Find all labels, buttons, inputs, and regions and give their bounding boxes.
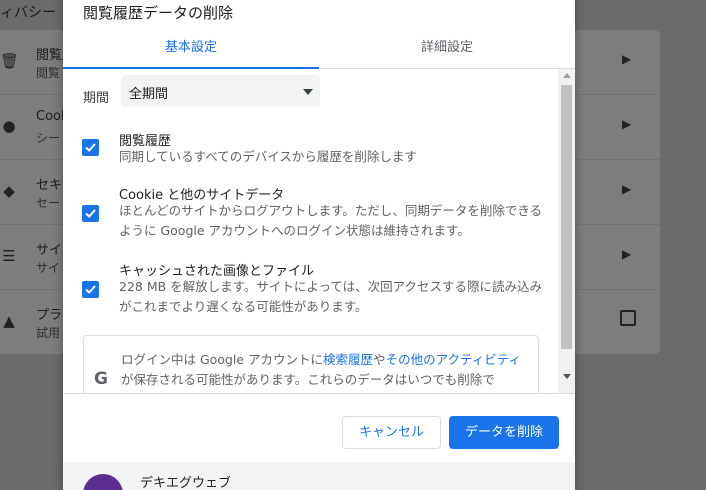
dialog-content: 期間 全期間 閲覧履歴 同期しているすべてのデバイスから履歴を削除します Coo…: [63, 69, 575, 393]
settings-row-title: サイ: [36, 243, 63, 258]
cancel-button[interactable]: キャンセル: [342, 416, 441, 449]
search-history-link[interactable]: 検索履歴: [323, 352, 373, 367]
settings-row-subtitle: セー: [36, 196, 61, 210]
settings-row-title: プラ: [36, 308, 63, 323]
chevron-right-icon: ▶: [622, 247, 632, 261]
option-description: ほとんどのサイトからログアウトします。ただし、同期データを削除できるように Go…: [119, 203, 543, 238]
settings-row-subtitle: 閲覧: [36, 66, 61, 80]
tab-basic[interactable]: 基本設定: [63, 28, 319, 69]
chevron-right-icon: ▶: [622, 117, 632, 131]
settings-row-subtitle: 試用: [36, 326, 61, 340]
content-scrollbar[interactable]: [558, 69, 575, 393]
scroll-down-arrow-icon[interactable]: [563, 374, 571, 379]
checkmark-icon: [85, 209, 96, 218]
cache-checkbox[interactable]: [82, 281, 99, 298]
cookie-icon: ●: [2, 117, 16, 135]
notice-text-part: や: [373, 352, 386, 367]
account-bar: デキエグウェブ: [63, 462, 575, 490]
delete-data-button[interactable]: データを削除: [449, 416, 559, 449]
time-range-value: 全期間: [129, 87, 169, 102]
time-range-select[interactable]: 全期間: [121, 75, 320, 107]
avatar: [83, 474, 123, 490]
notice-text-part: が保存される可能性があります。これらのデータはいつでも削除で: [121, 372, 495, 387]
dialog-tabs: 基本設定 詳細設定: [63, 28, 575, 69]
tab-advanced[interactable]: 詳細設定: [319, 28, 575, 69]
trash-icon: 🗑: [0, 52, 20, 70]
notice-text-part: ログイン中は Google アカウントに: [121, 352, 324, 367]
scroll-up-arrow-icon[interactable]: [563, 73, 571, 78]
checkmark-icon: [85, 143, 96, 152]
browsing-history-checkbox[interactable]: [82, 139, 99, 156]
settings-row-subtitle: シー: [36, 131, 61, 145]
settings-row-subtitle: サイ: [36, 261, 61, 275]
settings-row-title: セキ: [36, 178, 63, 193]
scrollbar-thumb[interactable]: [561, 85, 572, 349]
time-range-label: 期間: [83, 91, 110, 106]
chevron-right-icon: ▶: [622, 52, 632, 66]
checkmark-icon: [85, 285, 96, 294]
other-activity-link[interactable]: その他のアクティビティ: [386, 352, 521, 367]
shield-icon: ◆: [3, 182, 15, 200]
google-account-notice: G ログイン中は Google アカウントに検索履歴やその他のアクティビティが保…: [83, 335, 539, 393]
google-g-icon: G: [94, 369, 108, 389]
option-description: 同期しているすべてのデバイスから履歴を削除します: [119, 149, 417, 164]
cookies-checkbox[interactable]: [82, 205, 99, 222]
dialog-title: 閲覧履歴データの削除: [83, 4, 234, 22]
sliders-icon: ☰: [2, 247, 16, 265]
chevron-right-icon: ▶: [622, 182, 632, 196]
footer-divider: [63, 393, 575, 394]
option-description: 228 MB を解放します。サイトによっては、次回アクセスする際に読み込みがこれ…: [119, 279, 543, 314]
clear-browsing-data-dialog: 閲覧履歴データの削除 基本設定 詳細設定 期間 全期間 閲覧履歴 同期しているす…: [63, 0, 575, 490]
settings-section-title: ィバシー: [0, 5, 56, 21]
dropdown-arrow-icon: [303, 89, 313, 95]
notice-text: ログイン中は Google アカウントに検索履歴やその他のアクティビティが保存さ…: [121, 350, 533, 390]
flask-icon: ▲: [3, 312, 15, 330]
account-name: デキエグウェブ: [140, 476, 232, 490]
external-link-icon: [620, 310, 636, 326]
